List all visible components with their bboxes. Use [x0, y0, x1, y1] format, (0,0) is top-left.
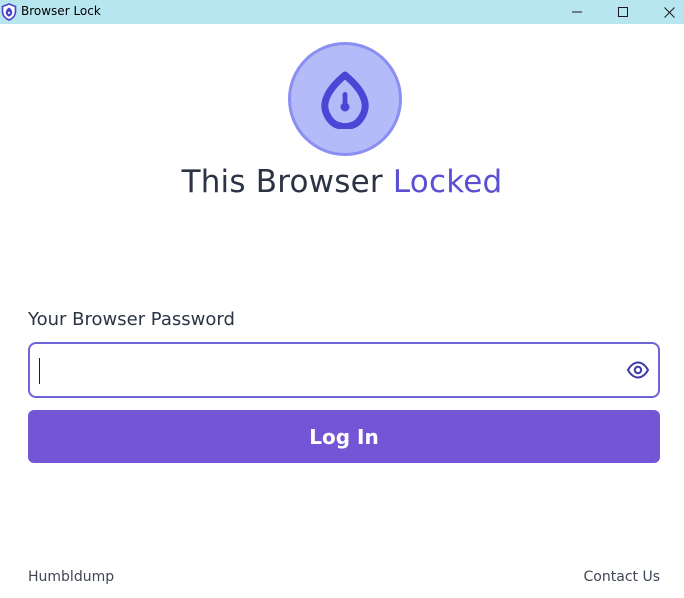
minimize-icon: [572, 11, 582, 13]
window-title: Browser Lock: [21, 4, 101, 18]
text-caret: [39, 358, 40, 384]
shield-icon: [1, 3, 17, 21]
contact-us-link[interactable]: Contact Us: [584, 569, 660, 585]
login-button[interactable]: Log In: [28, 410, 660, 463]
minimize-button[interactable]: [554, 0, 600, 24]
password-field[interactable]: [28, 342, 660, 398]
title-main: This Browser: [181, 164, 393, 200]
password-input[interactable]: [38, 350, 622, 392]
close-button[interactable]: [646, 0, 684, 24]
lock-badge: [288, 42, 402, 156]
title-bar[interactable]: Browser Lock: [0, 0, 684, 24]
page-title: This Browser Locked: [0, 164, 684, 200]
maximize-button[interactable]: [600, 0, 646, 24]
password-label: Your Browser Password: [28, 309, 235, 330]
maximize-icon: [618, 7, 628, 17]
eye-icon[interactable]: [626, 360, 650, 380]
close-icon: [663, 6, 675, 18]
title-accent: Locked: [392, 164, 503, 200]
humbldump-link[interactable]: Humbldump: [28, 569, 114, 585]
lock-shield-icon: [321, 71, 369, 129]
